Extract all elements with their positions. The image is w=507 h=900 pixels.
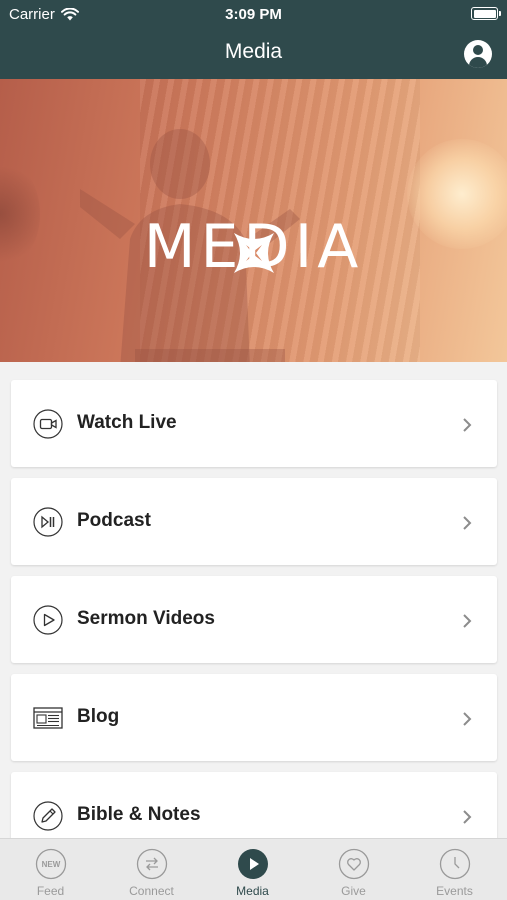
top-bar: Carrier 3:09 PM Media	[0, 0, 507, 79]
chevron-right-icon	[463, 810, 472, 824]
hero-banner: MEDIA	[0, 79, 507, 362]
menu-item-blog[interactable]: Blog	[11, 674, 497, 761]
menu-item-podcast[interactable]: Podcast	[11, 478, 497, 565]
menu-item-watch-live[interactable]: Watch Live	[11, 380, 497, 467]
tab-label: Events	[436, 884, 473, 898]
tab-feed[interactable]: NEW Feed	[0, 839, 101, 900]
menu-item-label: Podcast	[77, 510, 151, 531]
user-icon	[473, 45, 483, 55]
chevron-right-icon	[463, 516, 472, 530]
pencil-icon	[33, 801, 63, 831]
video-camera-icon	[33, 409, 63, 439]
status-time: 3:09 PM	[225, 6, 282, 23]
tab-connect[interactable]: Connect	[101, 839, 202, 900]
tab-bar: NEW Feed Connect Media Give Events	[0, 838, 507, 900]
status-bar: Carrier 3:09 PM	[0, 0, 507, 28]
heart-icon	[338, 848, 370, 880]
tab-label: Give	[341, 884, 366, 898]
play-pause-icon	[33, 507, 63, 537]
chevron-right-icon	[463, 614, 472, 628]
menu-item-label: Bible & Notes	[77, 804, 201, 825]
menu-item-label: Blog	[77, 706, 120, 727]
tab-label: Media	[236, 884, 269, 898]
svg-text:NEW: NEW	[42, 860, 61, 869]
chevron-right-icon	[463, 712, 472, 726]
tab-events[interactable]: Events	[404, 839, 505, 900]
newspaper-icon	[33, 707, 63, 729]
play-icon	[238, 849, 268, 879]
new-badge-icon: NEW	[35, 848, 67, 880]
menu-item-label: Watch Live	[77, 412, 177, 433]
menu-item-label: Sermon Videos	[77, 608, 215, 629]
clock-icon	[439, 848, 471, 880]
arrows-exchange-icon	[136, 848, 168, 880]
play-circle-icon	[33, 605, 63, 635]
chevron-right-icon	[463, 418, 472, 432]
hero-title: MEDIA	[143, 212, 364, 282]
tab-label: Feed	[36, 884, 65, 898]
profile-button[interactable]	[464, 40, 492, 68]
tab-label: Connect	[129, 884, 174, 898]
tab-give[interactable]: Give	[303, 839, 404, 900]
battery-icon	[471, 7, 501, 20]
tab-media[interactable]: Media	[202, 839, 303, 900]
menu-item-sermon-videos[interactable]: Sermon Videos	[11, 576, 497, 663]
page-title: Media	[224, 40, 283, 63]
